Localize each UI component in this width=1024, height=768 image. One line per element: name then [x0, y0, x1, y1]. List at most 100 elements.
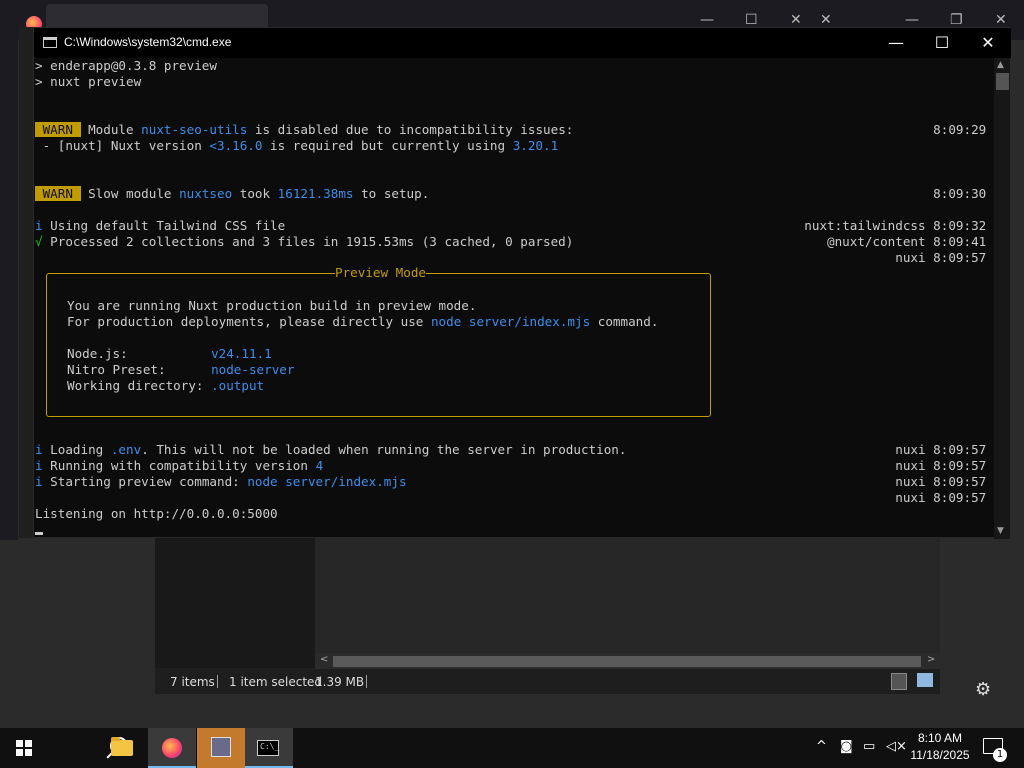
- clock-date: 11/18/2025: [910, 748, 970, 762]
- console-line: i Running with compatibility version 4: [35, 458, 323, 474]
- console-line: √ Processed 2 collections and 3 files in…: [35, 234, 573, 250]
- file-explorer-window: < > 7 items 1 item selected 1.39 MB: [155, 538, 940, 694]
- close-icon[interactable]: ✕: [790, 12, 802, 28]
- console-line: WARN Module nuxt-seo-utils is disabled d…: [35, 122, 573, 138]
- vertical-scrollbar[interactable]: ▲ ▼: [994, 58, 1010, 539]
- items-count: 7 items: [170, 675, 215, 689]
- start-button[interactable]: [0, 728, 48, 768]
- console-line: > enderapp@0.3.8 preview: [35, 58, 217, 73]
- restore-icon[interactable]: ❐: [950, 12, 963, 28]
- close-icon[interactable]: ✕: [820, 12, 832, 28]
- close-button[interactable]: ✕: [965, 30, 1011, 56]
- label: Working directory:: [67, 378, 212, 393]
- horizontal-scrollbar[interactable]: < >: [315, 653, 940, 669]
- info-icon: i: [35, 442, 43, 457]
- console-line: > nuxt preview: [35, 74, 142, 89]
- console-line: Listening on http://0.0.0.0:5000: [35, 506, 278, 521]
- version: 3.20.1: [512, 138, 559, 153]
- navigation-pane[interactable]: [155, 538, 315, 668]
- minimize-button[interactable]: —: [873, 30, 919, 56]
- network-icon[interactable]: ▭: [863, 739, 875, 754]
- taskbar-installer[interactable]: [197, 728, 245, 768]
- version: 4: [315, 458, 324, 473]
- command: node server/index.mjs: [430, 314, 591, 329]
- box-title: Preview Mode: [335, 265, 426, 281]
- volume-muted-icon[interactable]: ◁×: [886, 739, 907, 754]
- large-icons-view-icon[interactable]: [917, 673, 933, 687]
- preview-mode-box: Preview Mode You are running Nuxt produc…: [46, 265, 711, 417]
- title-bar[interactable]: C:\Windows\system32\cmd.exe — ☐ ✕: [34, 28, 1011, 58]
- scroll-right-icon[interactable]: >: [927, 654, 935, 665]
- installer-icon: [211, 737, 231, 757]
- gear-icon[interactable]: ⚙: [975, 679, 991, 700]
- terminal-icon: C:\_: [257, 740, 279, 756]
- label: Nitro Preset:: [67, 362, 212, 377]
- status-bar: 7 items 1 item selected 1.39 MB: [155, 669, 940, 694]
- value: v24.11.1: [211, 346, 272, 361]
- firefox-icon: [162, 738, 182, 758]
- scrollbar-thumb[interactable]: [333, 656, 921, 667]
- console-output[interactable]: > enderapp@0.3.8 preview > nuxt preview …: [34, 58, 1009, 539]
- text: Starting preview command:: [42, 474, 248, 489]
- command: node server/index.mjs: [247, 474, 407, 489]
- console-line: i Loading .env. This will not be loaded …: [35, 442, 626, 458]
- clock-time: 8:10 AM: [917, 731, 963, 745]
- timestamp: nuxi 8:09:57 AM: [895, 474, 1009, 489]
- console-line: You are running Nuxt production build in…: [67, 298, 477, 313]
- label: Node.js:: [67, 346, 212, 361]
- selection-size: 1.39 MB: [315, 675, 365, 689]
- minimize-icon[interactable]: —: [700, 12, 714, 28]
- timestamp: nuxi 8:09:57 AM: [895, 442, 1009, 457]
- maximize-button[interactable]: ☐: [919, 30, 965, 56]
- text: Slow module: [80, 186, 180, 201]
- search-button[interactable]: [48, 728, 128, 768]
- divider: [366, 675, 367, 688]
- text: is required but currently using: [262, 138, 513, 153]
- text: Using default Tailwind CSS file: [42, 218, 286, 233]
- timestamp: nuxi 8:09:57 AM: [895, 458, 1009, 473]
- console-line: i Starting preview command: node server/…: [35, 474, 407, 490]
- taskbar-cmd[interactable]: C:\_: [245, 728, 293, 768]
- scrollbar-thumb[interactable]: [996, 73, 1009, 90]
- console-line: Working directory: .output: [67, 378, 264, 394]
- scroll-down-icon[interactable]: ▼: [997, 526, 1004, 536]
- info-icon: i: [35, 474, 43, 489]
- folder-icon: [111, 737, 133, 756]
- details-view-icon[interactable]: [891, 673, 907, 690]
- text: to setup.: [353, 186, 430, 201]
- console-line: - [nuxt] Nuxt version <3.16.0 is require…: [35, 138, 559, 154]
- timestamp: nuxt:tailwindcss 8:09:32 AM: [804, 218, 1009, 233]
- clock[interactable]: 8:10 AM 11/18/2025: [905, 730, 975, 764]
- text: Module: [80, 122, 142, 137]
- value: .output: [211, 378, 265, 393]
- taskbar: C:\_ ^ ◙ ▭ ◁× 8:10 AM 11/18/2025 1: [0, 728, 1024, 768]
- text: Processed 2 collections and 3 files in 1…: [42, 234, 574, 249]
- scroll-left-icon[interactable]: <: [320, 654, 328, 665]
- taskbar-file-explorer[interactable]: [98, 728, 146, 768]
- value: node-server: [211, 362, 295, 377]
- console-line: For production deployments, please direc…: [67, 314, 658, 330]
- cmd-window: C:\Windows\system32\cmd.exe — ☐ ✕ > ende…: [33, 27, 1011, 539]
- console-line: WARN Slow module nuxtseo took 16121.38ms…: [35, 186, 429, 202]
- scroll-up-icon[interactable]: ▲: [997, 60, 1004, 70]
- version: <3.16.0: [209, 138, 263, 153]
- close-icon[interactable]: ✕: [995, 12, 1007, 28]
- text: . This will not be loaded when running t…: [141, 442, 627, 457]
- taskbar-firefox[interactable]: [148, 728, 196, 768]
- warn-badge: WARN: [35, 122, 81, 137]
- camera-icon[interactable]: ◙: [840, 739, 853, 754]
- info-icon: i: [35, 218, 43, 233]
- maximize-icon[interactable]: ☐: [745, 12, 758, 28]
- text: - [nuxt] Nuxt version: [35, 138, 210, 153]
- notification-badge: 1: [993, 748, 1007, 762]
- divider: [217, 675, 218, 688]
- text: For production deployments, please direc…: [67, 314, 431, 329]
- check-icon: √: [35, 234, 43, 249]
- selection-count: 1 item selected: [229, 675, 323, 689]
- text: Running with compatibility version: [42, 458, 316, 473]
- file-list-pane[interactable]: [315, 538, 940, 653]
- windows-icon: [16, 740, 32, 756]
- minimize-icon[interactable]: —: [905, 12, 919, 28]
- chevron-up-icon[interactable]: ^: [816, 739, 827, 754]
- console-line: i Using default Tailwind CSS file: [35, 218, 285, 234]
